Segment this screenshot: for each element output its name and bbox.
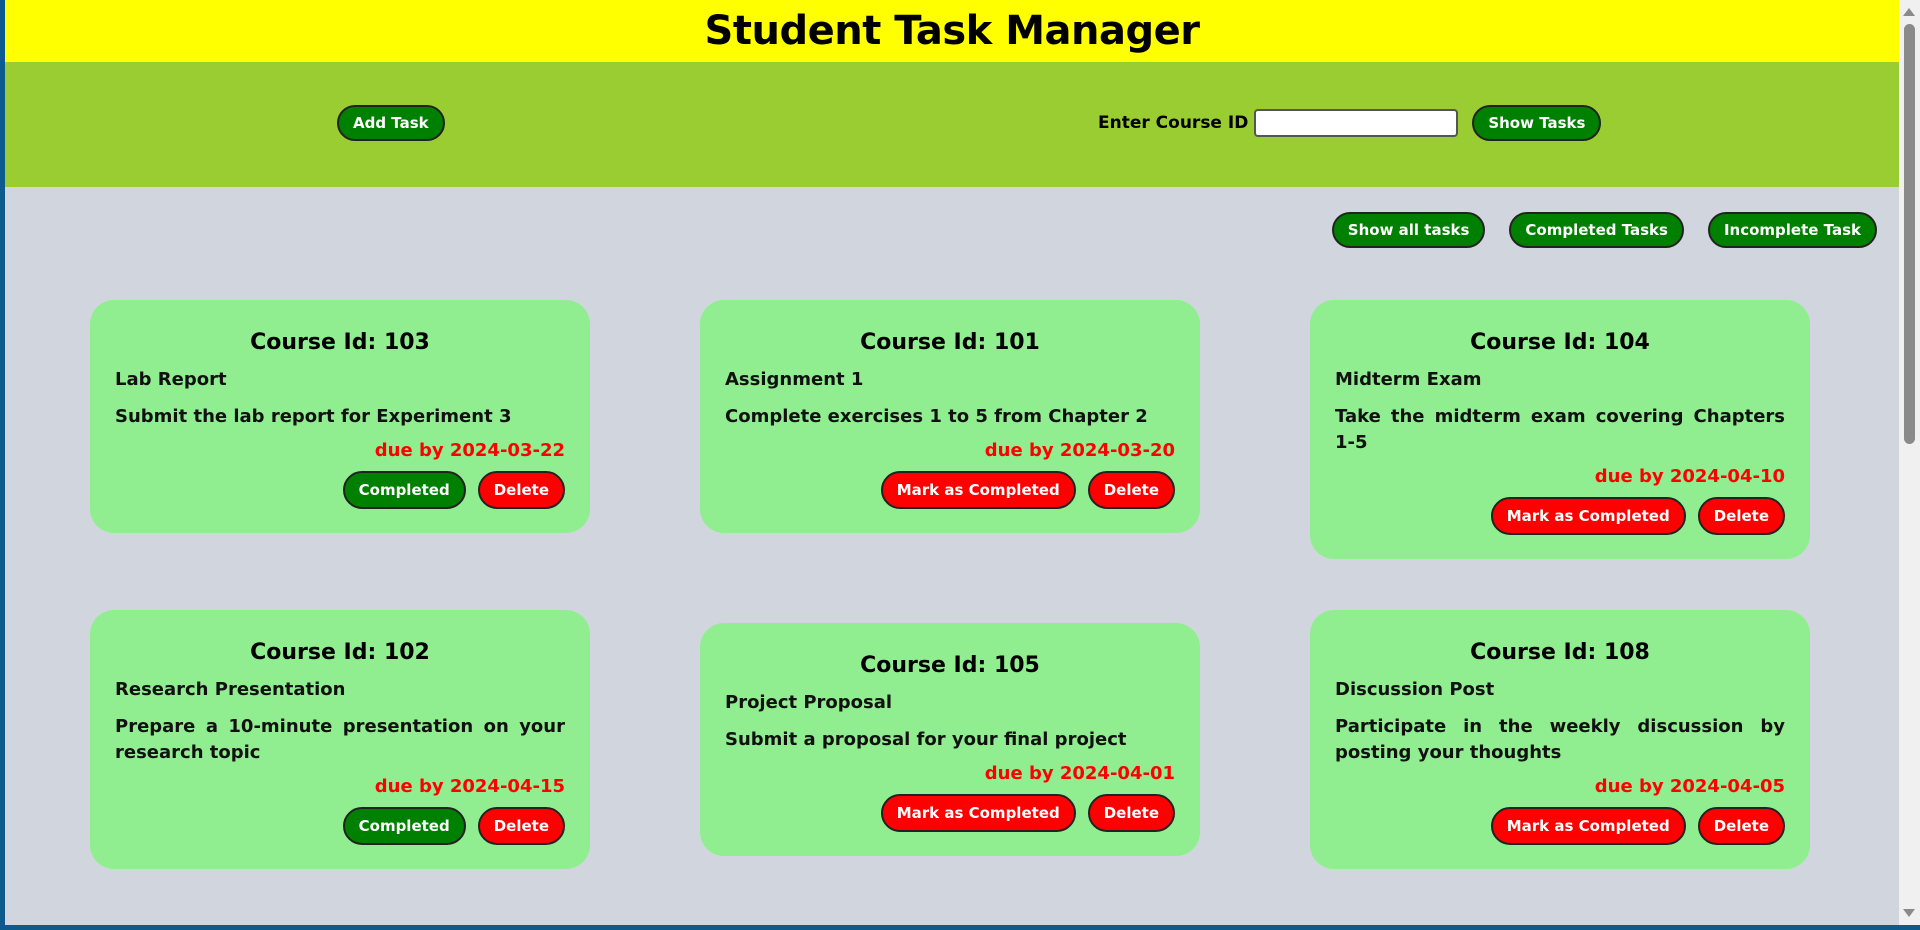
delete-task-button[interactable]: Delete <box>477 807 565 845</box>
task-actions: Mark as Completed Delete <box>725 794 1175 832</box>
task-description: Participate in the weekly discussion by … <box>1335 716 1785 763</box>
task-description: Submit a proposal for your final project <box>725 729 1127 750</box>
task-title: Assignment 1 <box>725 369 864 390</box>
mark-as-completed-button[interactable]: Mark as Completed <box>880 794 1076 832</box>
task-actions: Mark as Completed Delete <box>1335 497 1785 535</box>
completed-status-button[interactable]: Completed <box>342 807 466 845</box>
vertical-scrollbar[interactable] <box>1899 0 1920 925</box>
task-description: Prepare a 10-minute presentation on your… <box>115 716 565 763</box>
task-actions: Completed Delete <box>115 471 565 509</box>
task-description: Take the midterm exam covering Chapters … <box>1335 406 1785 453</box>
task-due-date: due by 2024-04-01 <box>984 763 1175 784</box>
task-course-id: Course Id: 103 <box>250 330 430 355</box>
delete-task-button[interactable]: Delete <box>1697 497 1785 535</box>
task-due-date: due by 2024-04-05 <box>1594 776 1785 797</box>
mark-as-completed-button[interactable]: Mark as Completed <box>880 471 1076 509</box>
task-title: Project Proposal <box>725 692 893 713</box>
page: Student Task Manager Add Task Enter Cour… <box>5 0 1899 925</box>
task-card: Course Id: 105 Project Proposal Submit a… <box>700 623 1200 856</box>
scroll-down-arrow-icon[interactable] <box>1903 909 1915 917</box>
toolbar: Add Task Enter Course ID Show Tasks <box>5 62 1899 187</box>
add-task-button[interactable]: Add Task <box>337 105 445 141</box>
task-due-date: due by 2024-03-22 <box>374 440 565 461</box>
browser-viewport: Student Task Manager Add Task Enter Cour… <box>5 0 1920 925</box>
task-description: Complete exercises 1 to 5 from Chapter 2 <box>725 406 1148 427</box>
task-course-id: Course Id: 101 <box>860 330 1040 355</box>
task-title: Lab Report <box>115 369 227 390</box>
task-card: Course Id: 108 Discussion Post Participa… <box>1310 610 1810 869</box>
course-id-label: Enter Course ID <box>1098 113 1249 133</box>
incomplete-tasks-button[interactable]: Incomplete Task <box>1707 212 1877 248</box>
task-card: Course Id: 102 Research Presentation Pre… <box>90 610 590 869</box>
delete-task-button[interactable]: Delete <box>1087 794 1175 832</box>
show-tasks-button[interactable]: Show Tasks <box>1472 105 1602 141</box>
task-title: Research Presentation <box>115 679 346 700</box>
task-card: Course Id: 104 Midterm Exam Take the mid… <box>1310 300 1810 559</box>
task-due-date: due by 2024-04-15 <box>374 776 565 797</box>
mark-as-completed-button[interactable]: Mark as Completed <box>1490 807 1686 845</box>
task-actions: Mark as Completed Delete <box>1335 807 1785 845</box>
course-search-form: Enter Course ID Show Tasks <box>1098 105 1602 141</box>
task-course-id: Course Id: 105 <box>860 653 1040 678</box>
task-due-date: due by 2024-03-20 <box>984 440 1175 461</box>
task-card: Course Id: 103 Lab Report Submit the lab… <box>90 300 590 533</box>
task-course-id: Course Id: 104 <box>1470 330 1650 355</box>
completed-tasks-button[interactable]: Completed Tasks <box>1509 212 1684 248</box>
scroll-up-arrow-icon[interactable] <box>1903 8 1915 16</box>
delete-task-button[interactable]: Delete <box>477 471 565 509</box>
show-all-tasks-button[interactable]: Show all tasks <box>1331 212 1486 248</box>
delete-task-button[interactable]: Delete <box>1087 471 1175 509</box>
task-course-id: Course Id: 108 <box>1470 640 1650 665</box>
task-title: Discussion Post <box>1335 679 1495 700</box>
task-actions: Mark as Completed Delete <box>725 471 1175 509</box>
page-title: Student Task Manager <box>704 8 1200 54</box>
task-due-date: due by 2024-04-10 <box>1594 466 1785 487</box>
scrollbar-thumb[interactable] <box>1904 24 1915 444</box>
task-card: Course Id: 101 Assignment 1 Complete exe… <box>700 300 1200 533</box>
filter-buttons: Show all tasks Completed Tasks Incomplet… <box>1331 212 1877 248</box>
mark-as-completed-button[interactable]: Mark as Completed <box>1490 497 1686 535</box>
app-header: Student Task Manager <box>5 0 1899 62</box>
task-title: Midterm Exam <box>1335 369 1482 390</box>
completed-status-button[interactable]: Completed <box>342 471 466 509</box>
task-actions: Completed Delete <box>115 807 565 845</box>
task-course-id: Course Id: 102 <box>250 640 430 665</box>
delete-task-button[interactable]: Delete <box>1697 807 1785 845</box>
task-description: Submit the lab report for Experiment 3 <box>115 406 512 427</box>
course-id-input[interactable] <box>1254 109 1459 137</box>
